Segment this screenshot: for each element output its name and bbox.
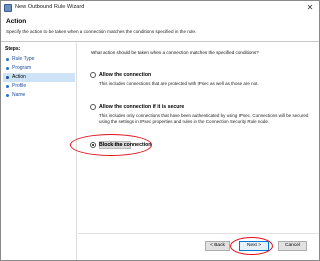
back-button[interactable]: < Back [205, 241, 230, 251]
step-bullet-icon [6, 58, 9, 61]
next-button[interactable]: Next > [239, 241, 269, 251]
step-label: Action [12, 74, 26, 80]
allow-description: This includes connections that are prote… [99, 81, 259, 86]
close-button[interactable]: ✕ [304, 3, 316, 13]
allow-secure-label[interactable]: Allow the connection if it is secure [99, 104, 184, 110]
step-profile[interactable]: Profile [3, 82, 75, 91]
cancel-button[interactable]: Cancel [278, 241, 307, 251]
step-bullet-icon [6, 94, 9, 97]
steps-panel: Steps: Rule Type Program Action Profile … [1, 43, 77, 260]
block-label[interactable]: Block the connection [99, 142, 151, 148]
step-label: Program [12, 65, 32, 71]
step-program[interactable]: Program [3, 64, 75, 73]
allow-radio[interactable] [90, 72, 96, 78]
action-question: What action should be taken when a conne… [91, 50, 259, 55]
footer-divider [78, 233, 319, 234]
page-title: Action [6, 18, 27, 25]
step-label: Name [12, 92, 26, 98]
firewall-icon [4, 4, 12, 12]
title-bar: New Outbound Rule Wizard ✕ [1, 1, 319, 15]
step-name[interactable]: Name [3, 91, 75, 100]
step-bullet-icon [6, 76, 9, 79]
page-subtitle: Specify the action to be taken when a co… [6, 29, 197, 34]
allow-secure-radio[interactable] [90, 104, 96, 110]
content-panel: What action should be taken when a conne… [78, 43, 319, 260]
wizard-window: New Outbound Rule Wizard ✕ Action Specif… [0, 0, 320, 261]
steps-list: Rule Type Program Action Profile Name [3, 55, 75, 100]
window-title: New Outbound Rule Wizard [15, 4, 85, 10]
allow-label[interactable]: Allow the connection [99, 72, 151, 78]
page-header: Action Specify the action to be taken wh… [1, 15, 319, 42]
step-label: Rule Type [12, 56, 35, 62]
block-radio[interactable] [90, 142, 96, 148]
step-rule-type[interactable]: Rule Type [3, 55, 75, 64]
steps-heading: Steps: [5, 46, 21, 52]
step-bullet-icon [6, 85, 9, 88]
step-action[interactable]: Action [3, 73, 75, 82]
allow-secure-description: This includes only connections that have… [99, 113, 309, 124]
step-label: Profile [12, 83, 27, 89]
step-bullet-icon [6, 67, 9, 70]
